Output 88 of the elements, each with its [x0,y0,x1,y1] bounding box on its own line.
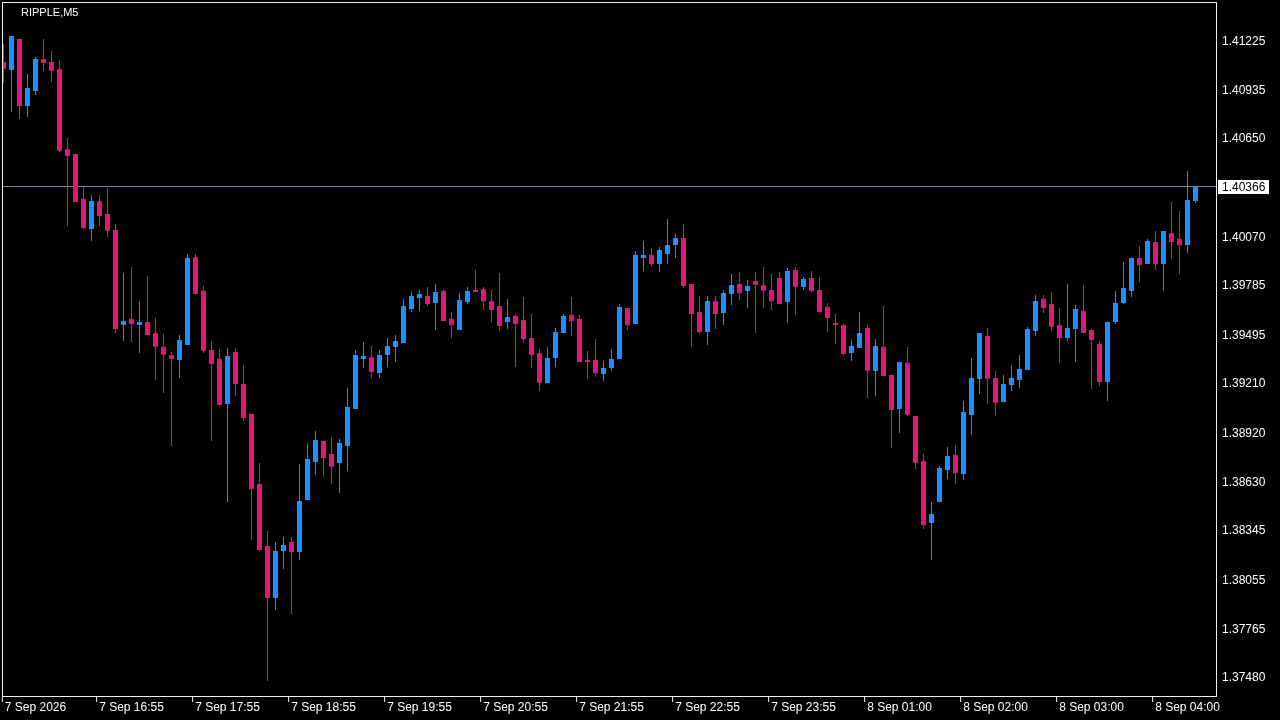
falling-candlestick [193,254,198,294]
falling-candlestick [649,248,654,266]
time-label: 8 Sep 02:00 [963,700,1028,714]
falling-candlestick [905,347,910,416]
current-price-label: 1.40366 [1218,179,1270,194]
rising-candlestick [561,314,566,333]
falling-candlestick [201,286,206,353]
falling-candlestick [913,416,918,469]
falling-candlestick [513,314,518,367]
rising-candlestick [1065,284,1070,341]
falling-candlestick [1097,341,1102,386]
rising-candlestick [617,304,622,359]
price-label: 1.40070 [1222,230,1266,244]
rising-candlestick [1121,262,1126,304]
rising-candlestick [457,293,462,330]
falling-candlestick [1081,285,1086,333]
falling-candlestick [241,365,246,421]
rising-candlestick [897,362,902,433]
time-label: 8 Sep 01:00 [867,700,932,714]
price-label: 1.37480 [1222,670,1266,685]
falling-candlestick [689,284,694,347]
price-label: 1.38345 [1222,523,1266,538]
falling-candlestick [793,267,798,315]
falling-candlestick [105,188,110,237]
falling-candlestick [81,187,86,229]
price-label: 1.37765 [1222,622,1266,636]
rising-candlestick [353,350,358,409]
rising-candlestick [801,277,806,290]
rising-candlestick [977,333,982,394]
price-label: 1.39210 [1222,376,1266,391]
time-label: 8 Sep 04:00 [1155,700,1220,714]
price-label: 1.38630 [1222,474,1266,489]
time-label: 7 Sep 20:55 [483,700,548,714]
falling-candlestick [777,272,782,304]
time-label: 7 Sep 2026 [4,700,67,714]
time-label: 7 Sep 23:55 [771,700,836,714]
falling-candlestick [577,315,582,362]
time-label: 7 Sep 22:55 [675,700,740,714]
falling-candlestick [321,441,326,477]
falling-candlestick [473,270,478,292]
price-label: 1.41225 [1222,33,1266,48]
price-label: 1.39785 [1222,278,1266,293]
price-label: 1.38055 [1222,572,1266,587]
rising-candlestick [721,290,726,325]
falling-candlestick [73,154,78,202]
rising-candlestick [1193,187,1198,203]
rising-candlestick [785,268,790,323]
rising-candlestick [305,444,310,500]
price-label: 1.38920 [1222,425,1266,440]
time-label: 7 Sep 18:55 [291,700,356,714]
rising-candlestick [465,287,470,304]
falling-candlestick [697,296,702,334]
falling-candlestick [809,271,814,292]
falling-candlestick [841,324,846,355]
rising-candlestick [657,247,662,272]
rising-candlestick [1161,231,1166,291]
falling-candlestick [481,287,486,310]
time-label: 7 Sep 17:55 [195,700,260,714]
falling-candlestick [681,224,686,288]
falling-candlestick [145,276,150,335]
time-label: 8 Sep 03:00 [1059,700,1124,714]
chart-title: RIPPLE,M5 [21,6,79,19]
rising-candlestick [857,312,862,348]
falling-candlestick [1089,329,1094,389]
price-label: 1.40650 [1222,131,1266,146]
price-label: 1.40935 [1222,82,1266,97]
rising-candlestick [33,57,38,95]
rising-candlestick [1001,375,1006,402]
time-label: 7 Sep 16:55 [99,700,164,714]
falling-candlestick [425,287,430,306]
falling-candlestick [3,44,6,83]
falling-candlestick [441,290,446,321]
rising-candlestick [1113,291,1118,324]
rising-candlestick [409,292,414,312]
falling-candlestick [881,306,886,376]
falling-candlestick [625,308,630,330]
rising-candlestick [1025,327,1030,370]
rising-candlestick [937,466,942,502]
rising-candlestick [401,299,406,343]
price-label: 1.39495 [1222,327,1266,342]
rising-candlestick [1129,258,1134,297]
falling-candlestick [217,349,222,405]
rising-candlestick [609,349,614,371]
rising-candlestick [545,347,550,383]
rising-candlestick [1145,239,1150,264]
time-label: 7 Sep 19:55 [387,700,452,714]
falling-candlestick [817,277,822,312]
time-label: 7 Sep 21:55 [579,700,644,714]
